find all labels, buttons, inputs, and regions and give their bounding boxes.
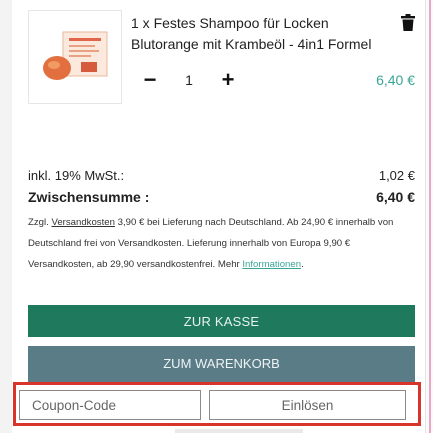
background-page-sliver-right xyxy=(425,0,433,433)
cart-item: 1 x Festes Shampoo für Locken Blutorange… xyxy=(28,10,423,110)
redeem-coupon-button[interactable]: Einlösen xyxy=(209,390,406,420)
quantity-stepper: − 1 + xyxy=(138,68,240,92)
shipping-prefix: Zzgl. xyxy=(28,217,52,228)
remove-item-button[interactable] xyxy=(400,14,416,32)
subtotal-label: Zwischensumme : xyxy=(28,189,150,205)
increase-quantity-button[interactable]: + xyxy=(216,69,240,91)
subtotal-row: Zwischensumme : 6,40 € xyxy=(28,189,415,205)
shipping-costs-link[interactable]: Versandkosten xyxy=(51,217,114,228)
more-info-link[interactable]: Informationen xyxy=(242,259,301,270)
tax-value: 1,02 € xyxy=(378,168,415,183)
background-page-sliver xyxy=(0,0,12,433)
product-image xyxy=(43,31,108,80)
decrease-quantity-button[interactable]: − xyxy=(138,69,162,91)
coupon-section: Einlösen xyxy=(13,382,421,426)
shipping-info: Zzgl. Versandkosten 3,90 € bei Lieferung… xyxy=(28,212,414,275)
scroll-accent xyxy=(429,0,431,433)
trash-icon xyxy=(401,14,415,31)
shipping-suffix: . xyxy=(301,259,304,270)
mini-cart-panel: 1 x Festes Shampoo für Locken Blutorange… xyxy=(12,0,422,433)
item-price: 6,40 € xyxy=(376,72,415,88)
quantity-value[interactable]: 1 xyxy=(162,72,216,88)
bottom-scroll-hint xyxy=(175,429,303,433)
checkout-button[interactable]: ZUR KASSE xyxy=(28,305,415,337)
product-title[interactable]: 1 x Festes Shampoo für Locken Blutorange… xyxy=(131,13,391,55)
view-cart-button[interactable]: ZUM WARENKORB xyxy=(28,346,415,382)
product-thumbnail[interactable] xyxy=(28,10,122,104)
coupon-code-input[interactable] xyxy=(19,390,201,420)
subtotal-value: 6,40 € xyxy=(376,189,415,205)
tax-label: inkl. 19% MwSt.: xyxy=(28,168,125,183)
tax-row: inkl. 19% MwSt.: 1,02 € xyxy=(28,168,415,183)
